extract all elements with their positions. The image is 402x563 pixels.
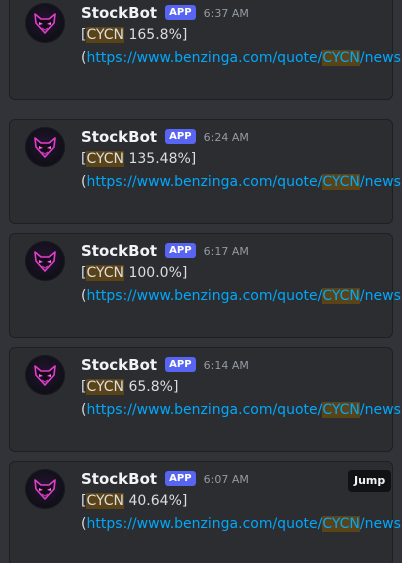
- timestamp[interactable]: 6:24 AM: [204, 131, 249, 144]
- ticker-highlight: CYCN: [86, 151, 125, 167]
- link-ticker-highlight[interactable]: CYCN: [322, 287, 360, 304]
- news-link[interactable]: https://www.benzinga.com/quote/CYCN/news: [86, 49, 401, 66]
- link-suffix[interactable]: /news: [360, 174, 401, 190]
- avatar[interactable]: [25, 469, 65, 509]
- author-name[interactable]: StockBot: [81, 128, 157, 146]
- news-link[interactable]: https://www.benzinga.com/quote/CYCN/news: [86, 515, 401, 532]
- news-link[interactable]: https://www.benzinga.com/quote/CYCN/news: [86, 173, 401, 190]
- price-change: 40.64%]: [124, 493, 188, 509]
- news-link[interactable]: https://www.benzinga.com/quote/CYCN/news: [86, 287, 401, 304]
- message-card: StockBot APP 6:17 AM [CYCN 100.0%] (http…: [9, 233, 402, 338]
- avatar[interactable]: [25, 3, 65, 43]
- fox-mask-icon: [34, 479, 56, 500]
- news-link[interactable]: https://www.benzinga.com/quote/CYCN/news: [86, 401, 401, 418]
- ticker-highlight: CYCN: [86, 379, 125, 395]
- price-change: 135.48%]: [124, 151, 197, 167]
- link-ticker-highlight[interactable]: CYCN: [322, 401, 360, 418]
- message-content: [CYCN 165.8%] (https://www.benzinga.com/…: [81, 24, 402, 69]
- message-content: [CYCN 135.48%] (https://www.benzinga.com…: [81, 148, 402, 193]
- author-name[interactable]: StockBot: [81, 356, 157, 374]
- fox-mask-icon: [34, 137, 56, 158]
- ticker-highlight: CYCN: [86, 265, 125, 281]
- message-feed: StockBot APP 6:37 AM [CYCN 165.8%] (http…: [0, 0, 402, 563]
- app-badge: APP: [165, 356, 196, 372]
- message-header: StockBot APP 6:07 AM: [81, 468, 249, 490]
- link-suffix[interactable]: /news: [360, 402, 401, 418]
- link-ticker-highlight[interactable]: CYCN: [322, 173, 360, 190]
- link-prefix[interactable]: https://www.benzinga.com/quote/: [86, 174, 322, 190]
- link-suffix[interactable]: /news: [360, 50, 401, 66]
- jump-button[interactable]: Jump: [348, 470, 392, 492]
- app-badge: APP: [165, 470, 196, 486]
- message-header: StockBot APP 6:37 AM: [81, 2, 249, 24]
- link-suffix[interactable]: /news: [360, 516, 401, 532]
- message-content: [CYCN 40.64%] (https://www.benzinga.com/…: [81, 490, 402, 535]
- avatar[interactable]: [25, 355, 65, 395]
- timestamp[interactable]: 6:37 AM: [204, 7, 249, 20]
- message-card: StockBot APP 6:07 AM [CYCN 40.64%] (http…: [9, 461, 402, 563]
- author-name[interactable]: StockBot: [81, 242, 157, 260]
- link-prefix[interactable]: https://www.benzinga.com/quote/: [86, 50, 322, 66]
- fox-mask-icon: [34, 13, 56, 34]
- ticker-highlight: CYCN: [86, 493, 125, 509]
- link-ticker-highlight[interactable]: CYCN: [322, 49, 360, 66]
- message-header: StockBot APP 6:17 AM: [81, 240, 249, 262]
- fox-mask-icon: [34, 251, 56, 272]
- fox-mask-icon: [34, 365, 56, 386]
- link-prefix[interactable]: https://www.benzinga.com/quote/: [86, 516, 322, 532]
- app-badge: APP: [165, 128, 196, 144]
- author-name[interactable]: StockBot: [81, 470, 157, 488]
- link-prefix[interactable]: https://www.benzinga.com/quote/: [86, 288, 322, 304]
- message-header: StockBot APP 6:24 AM: [81, 126, 249, 148]
- price-change: 65.8%]: [124, 379, 179, 395]
- price-change: 100.0%]: [124, 265, 188, 281]
- app-badge: APP: [165, 4, 196, 20]
- message-card: StockBot APP 6:14 AM [CYCN 65.8%] (https…: [9, 347, 402, 452]
- message-content: [CYCN 65.8%] (https://www.benzinga.com/q…: [81, 376, 402, 421]
- avatar[interactable]: [25, 127, 65, 167]
- author-name[interactable]: StockBot: [81, 4, 157, 22]
- link-prefix[interactable]: https://www.benzinga.com/quote/: [86, 402, 322, 418]
- timestamp[interactable]: 6:14 AM: [204, 359, 249, 372]
- avatar[interactable]: [25, 241, 65, 281]
- message-content: [CYCN 100.0%] (https://www.benzinga.com/…: [81, 262, 402, 307]
- timestamp[interactable]: 6:07 AM: [204, 473, 249, 486]
- price-change: 165.8%]: [124, 27, 188, 43]
- message-card: StockBot APP 6:37 AM [CYCN 165.8%] (http…: [9, 0, 402, 100]
- ticker-highlight: CYCN: [86, 27, 125, 43]
- timestamp[interactable]: 6:17 AM: [204, 245, 249, 258]
- message-header: StockBot APP 6:14 AM: [81, 354, 249, 376]
- app-badge: APP: [165, 242, 196, 258]
- message-card: StockBot APP 6:24 AM [CYCN 135.48%] (htt…: [9, 119, 402, 224]
- link-ticker-highlight[interactable]: CYCN: [322, 515, 360, 532]
- link-suffix[interactable]: /news: [360, 288, 401, 304]
